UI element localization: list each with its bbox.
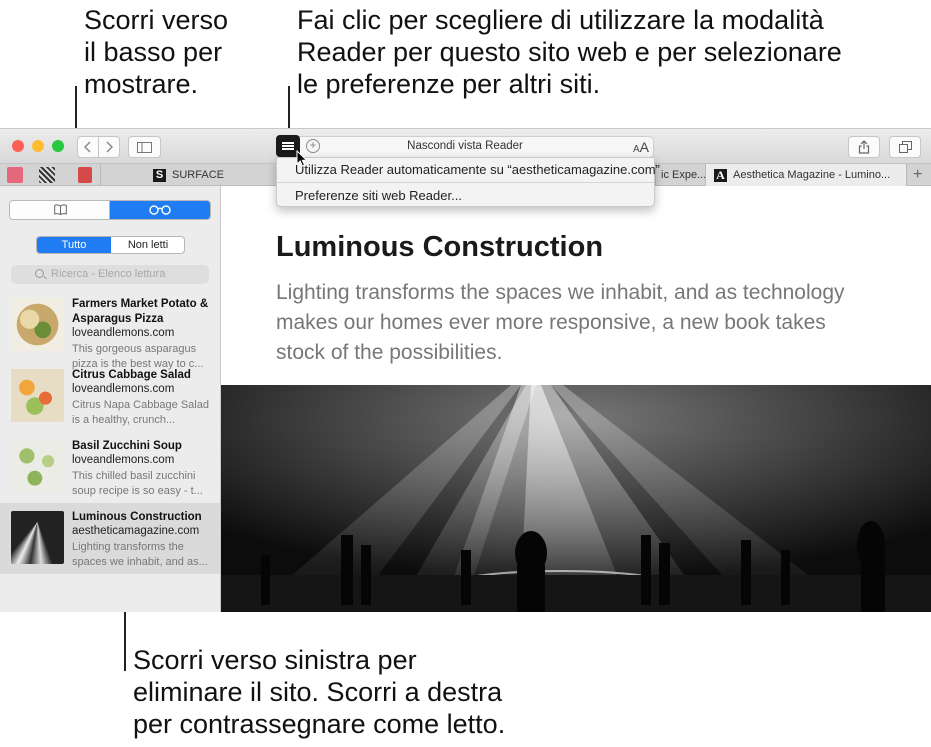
article-title: Luminous Construction [276, 231, 604, 263]
reader-menu: Utilizza Reader automaticamente su “aest… [276, 157, 660, 207]
item-title: Citrus Cabbage Salad [72, 369, 191, 381]
chevron-left-icon [84, 141, 91, 153]
share-button[interactable] [848, 136, 880, 158]
text-size-large: A [639, 139, 649, 155]
tab-partial-label: ic Expe... [661, 169, 705, 181]
glasses-icon [149, 205, 171, 215]
reading-list-search[interactable]: Ricerca - Elenco lettura [11, 265, 209, 284]
tab-surface[interactable]: S SURFACE [100, 164, 276, 186]
tab-aesthetica[interactable]: A Aesthetica Magazine - Lumino... [705, 164, 906, 186]
light-installation-image [221, 385, 931, 612]
tab-aesthetica-label: Aesthetica Magazine - Lumino... [733, 169, 891, 181]
pinned-tab-icon[interactable] [7, 167, 23, 183]
item-thumbnail [11, 511, 64, 564]
mouse-pointer-icon [296, 150, 308, 167]
reading-filter: Tutto Non letti [36, 236, 185, 254]
reading-list-item[interactable]: Citrus Cabbage Salad loveandlemons.com C… [0, 361, 220, 432]
reading-list-item-selected[interactable]: Luminous Construction aestheticamagazine… [0, 503, 220, 574]
reading-list-item[interactable]: Farmers Market Potato & Asparagus Pizza … [0, 290, 220, 370]
minimize-button[interactable] [32, 140, 44, 152]
item-domain: aestheticamagazine.com [72, 525, 200, 537]
surface-logo-icon: S [153, 168, 167, 182]
callout-scroll-down: Scorri verso il basso per mostrare. [84, 5, 229, 99]
tab-partial[interactable]: ic Expe... [655, 164, 705, 186]
reader-icon-line [282, 145, 294, 147]
sidebar-segmented-control [9, 200, 211, 220]
callout-swipe: Scorri verso sinistra per eliminare il s… [133, 645, 506, 739]
address-title: Nascondi vista Reader [407, 140, 523, 152]
item-title: Basil Zucchini Soup [72, 440, 182, 452]
item-title: Farmers Market Potato & Asparagus Pizza [72, 298, 209, 325]
menu-item-reader-preferences[interactable]: Preferenze siti web Reader... [295, 188, 462, 203]
reader-content: Luminous Construction Lighting transform… [221, 186, 931, 612]
reading-list-sidebar: Tutto Non letti Ricerca - Elenco lettura… [0, 186, 221, 612]
reader-icon-line [282, 148, 294, 150]
book-icon [54, 204, 67, 215]
reading-list-item[interactable]: Basil Zucchini Soup loveandlemons.com Th… [0, 432, 220, 503]
item-thumbnail [11, 298, 64, 351]
sidebar-icon [137, 141, 152, 153]
search-placeholder: Ricerca - Elenco lettura [51, 268, 166, 280]
item-thumbnail [11, 369, 64, 422]
add-reading-list-icon[interactable]: + [306, 139, 320, 153]
back-button[interactable] [77, 136, 99, 158]
pinned-tab-pattern-icon[interactable] [39, 167, 55, 183]
share-icon [858, 140, 870, 154]
article-hero-image [221, 385, 931, 612]
chevron-right-icon [106, 141, 113, 153]
item-domain: loveandlemons.com [72, 454, 175, 466]
address-bar[interactable]: Nascondi vista Reader AA [276, 136, 654, 158]
menu-item-auto-reader[interactable]: Utilizza Reader automaticamente su “aest… [295, 162, 660, 177]
close-button[interactable] [12, 140, 24, 152]
pinned-tab-red-icon[interactable] [78, 167, 92, 183]
filter-all-button[interactable]: Tutto [37, 237, 111, 253]
reading-list-tab[interactable] [110, 201, 210, 219]
menu-separator [277, 182, 654, 183]
new-tab-button[interactable]: + [906, 164, 931, 186]
item-title: Luminous Construction [72, 511, 202, 523]
text-size-small: A [632, 144, 640, 155]
item-excerpt: This chilled basil zucchini soup recipe … [72, 470, 203, 497]
item-domain: loveandlemons.com [72, 327, 175, 339]
tab-overview-button[interactable] [889, 136, 921, 158]
reader-icon-line [282, 142, 294, 144]
item-excerpt: Lighting transforms the spaces we inhabi… [72, 541, 208, 568]
sidebar-toggle-button[interactable] [128, 136, 161, 158]
item-thumbnail [11, 440, 64, 493]
tab-overview-icon [898, 141, 912, 153]
zoom-button[interactable] [52, 140, 64, 152]
article-subtitle: Lighting transforms the spaces we inhabi… [276, 281, 845, 364]
text-size-button[interactable]: AA [633, 139, 649, 155]
search-icon [35, 269, 44, 278]
forward-button[interactable] [98, 136, 120, 158]
tab-surface-label: SURFACE [172, 169, 224, 181]
item-domain: loveandlemons.com [72, 383, 175, 395]
callout-reader-click: Fai clic per scegliere di utilizzare la … [297, 5, 842, 99]
bookmarks-tab[interactable] [10, 201, 110, 219]
aesthetica-logo-icon: A [714, 168, 727, 182]
filter-unread-button[interactable]: Non letti [111, 237, 184, 253]
item-excerpt: Citrus Napa Cabbage Salad is a healthy, … [72, 399, 209, 426]
